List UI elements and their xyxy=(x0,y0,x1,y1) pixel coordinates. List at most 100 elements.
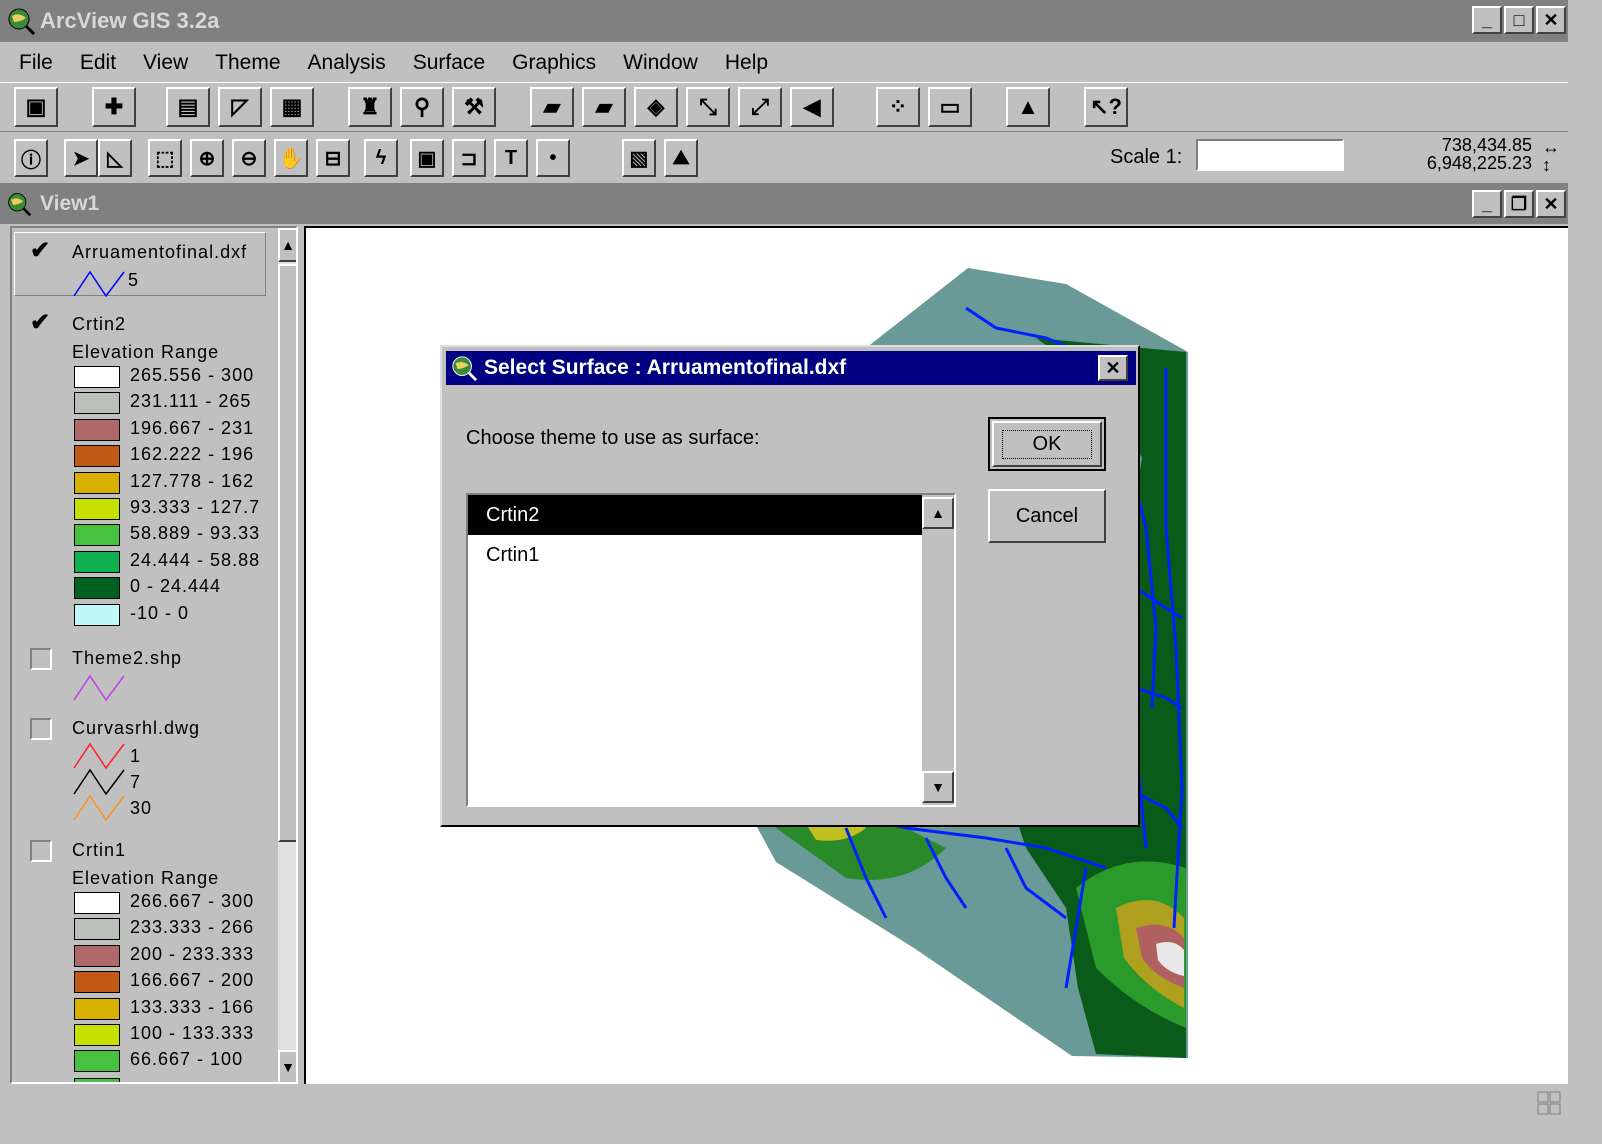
legend-swatch xyxy=(74,366,120,388)
line-symbol-30 xyxy=(73,794,125,822)
menu-view[interactable]: View xyxy=(143,51,188,75)
theme-properties-button[interactable]: ▤ xyxy=(166,87,210,127)
zoom-in-button[interactable]: ⤡ xyxy=(686,87,730,127)
menu-analysis[interactable]: Analysis xyxy=(308,51,386,75)
maximize-button[interactable]: □ xyxy=(1504,6,1534,34)
legend-subtitle: Elevation Range xyxy=(72,868,220,888)
measure-tool[interactable]: ⊟ xyxy=(316,139,350,177)
legend-label: 30 xyxy=(130,798,153,818)
theme-checkbox-theme2[interactable] xyxy=(30,648,52,670)
add-theme-button[interactable]: ✚ xyxy=(92,87,136,127)
menu-surface[interactable]: Surface xyxy=(413,51,485,75)
vertex-icon: ◺ xyxy=(107,147,123,170)
save-project-button[interactable]: ▣ xyxy=(14,87,58,127)
back-arrow-icon: ◀ xyxy=(803,94,821,119)
area-of-interest-tool[interactable]: ▣ xyxy=(410,139,444,177)
theme-checkbox-arruamentofinal[interactable]: ✔ xyxy=(30,239,52,264)
list-item[interactable]: Crtin1 xyxy=(468,535,922,575)
pan-tool[interactable]: ✋ xyxy=(274,139,308,177)
zoom-selected-icon: ◈ xyxy=(647,94,665,119)
floppy-icon: ▣ xyxy=(25,94,47,119)
vertex-edit-tool[interactable]: ◺ xyxy=(98,139,132,177)
menu-help[interactable]: Help xyxy=(725,51,768,75)
legend-label: 266.667 - 300 xyxy=(130,891,255,911)
zoom-in-tool[interactable]: ⊕ xyxy=(190,139,224,177)
legend-swatch xyxy=(74,471,120,494)
zoom-out-button[interactable]: ⤢ xyxy=(738,87,782,127)
hillshade-icon: ▲ xyxy=(1017,94,1039,119)
clear-selection-button[interactable]: ▭ xyxy=(928,87,972,127)
edit-legend-button[interactable]: ◸ xyxy=(218,87,262,127)
scroll-up-arrow-icon[interactable]: ▲ xyxy=(278,228,296,262)
menu-file[interactable]: File xyxy=(19,51,53,75)
theme-name-crtin1[interactable]: Crtin1 xyxy=(72,840,126,861)
menu-graphics[interactable]: Graphics xyxy=(512,51,596,75)
scroll-down-arrow-icon[interactable]: ▼ xyxy=(278,1050,296,1082)
theme-name-theme2[interactable]: Theme2.shp xyxy=(72,648,182,669)
legend-label: 265.556 - 300 xyxy=(130,365,255,385)
view-close-button[interactable]: ✕ xyxy=(1536,190,1566,218)
locate-address-button[interactable]: ⚲ xyxy=(400,87,444,127)
area-icon: ▣ xyxy=(417,147,437,170)
zoom-previous-button[interactable]: ◀ xyxy=(790,87,834,127)
menu-window[interactable]: Window xyxy=(623,51,698,75)
text-tool[interactable]: T xyxy=(494,139,528,177)
theme-checkbox-curvasrhl[interactable] xyxy=(30,718,52,740)
identify-tool[interactable]: ⓘ xyxy=(14,139,48,177)
vertical-arrow-icon: ↕ xyxy=(1542,155,1551,175)
label-tool[interactable]: ⊐ xyxy=(452,139,486,177)
list-scroll-down-arrow-icon[interactable]: ▼ xyxy=(922,771,954,803)
zoom-to-active-themes-button[interactable]: ▰ xyxy=(582,87,626,127)
horizontal-arrow-icon: ↔ xyxy=(1542,137,1560,157)
view-restore-button[interactable]: ❐ xyxy=(1504,190,1534,218)
theme-name-crtin2[interactable]: Crtin2 xyxy=(72,314,126,335)
surface-theme-list[interactable]: Crtin2 Crtin1 ▲ ▼ xyxy=(466,493,956,807)
zoom-to-selected-button[interactable]: ◈ xyxy=(634,87,678,127)
app-title: ArcView GIS 3.2a xyxy=(40,8,220,33)
scroll-thumb[interactable] xyxy=(278,264,296,842)
profile-tool[interactable]: ⛰ xyxy=(664,139,698,177)
list-item[interactable]: Crtin2 xyxy=(468,495,922,535)
status-bar xyxy=(0,1086,1568,1120)
zoom-out-tool[interactable]: ⊖ xyxy=(232,139,266,177)
select-features-button[interactable]: ⁘ xyxy=(876,87,920,127)
zoom-to-full-extent-button[interactable]: ▰ xyxy=(530,87,574,127)
surface-button[interactable]: ▲ xyxy=(1006,87,1050,127)
menu-edit[interactable]: Edit xyxy=(80,51,116,75)
theme-checkbox-crtin1[interactable] xyxy=(30,840,52,862)
hotlink-tool[interactable]: ϟ xyxy=(364,139,398,177)
help-button[interactable]: ↖? xyxy=(1084,87,1128,127)
dialog-close-button[interactable]: ✕ xyxy=(1098,355,1128,381)
find-button[interactable]: ♜ xyxy=(348,87,392,127)
minimize-button[interactable]: _ xyxy=(1472,6,1502,34)
ok-button-label: OK xyxy=(1001,429,1093,459)
theme-name-arruamentofinal[interactable]: Arruamentofinal.dxf xyxy=(72,242,247,263)
legend-swatch xyxy=(74,577,120,600)
list-scroll-up-arrow-icon[interactable]: ▲ xyxy=(922,497,954,529)
legend-swatch xyxy=(74,498,120,520)
open-table-button[interactable]: ▦ xyxy=(270,87,314,127)
arrow-pointer-icon: ➤ xyxy=(72,147,90,170)
select-features-icon: ⁘ xyxy=(888,94,908,119)
legend-swatch xyxy=(74,550,120,573)
legend-label: 162.222 - 196 xyxy=(130,444,255,465)
theme-checkbox-crtin2[interactable]: ✔ xyxy=(30,311,52,336)
legend-swatch xyxy=(74,971,120,994)
legend-label: 231.111 - 265 xyxy=(130,391,252,412)
menu-theme[interactable]: Theme xyxy=(215,51,280,75)
legend-label: 58.889 - 93.33 xyxy=(130,523,261,544)
theme-name-curvasrhl[interactable]: Curvasrhl.dwg xyxy=(72,718,200,739)
close-button[interactable]: ✕ xyxy=(1536,6,1566,34)
ok-button[interactable]: OK xyxy=(988,417,1106,471)
button-bar: ▣ ✚ ▤ ◸ ▦ ♜ ⚲ ⚒ ▰ ▰ ◈ ⤡ ⤢ ◀ ⁘ ▭ ▲ ↖? xyxy=(0,82,1568,132)
cancel-button[interactable]: Cancel xyxy=(988,489,1106,543)
query-builder-button[interactable]: ⚒ xyxy=(452,87,496,127)
scale-input[interactable] xyxy=(1196,139,1344,171)
list-scrollbar[interactable]: ▲ ▼ xyxy=(922,495,954,805)
toc-scrollbar[interactable]: ▲ ▼ xyxy=(278,228,296,1082)
contour-tool[interactable]: ▧ xyxy=(622,139,656,177)
select-feature-tool[interactable]: ⬚ xyxy=(148,139,182,177)
draw-point-tool[interactable]: • xyxy=(536,139,570,177)
view-minimize-button[interactable]: _ xyxy=(1472,190,1502,218)
pointer-tool[interactable]: ➤ xyxy=(64,139,98,177)
